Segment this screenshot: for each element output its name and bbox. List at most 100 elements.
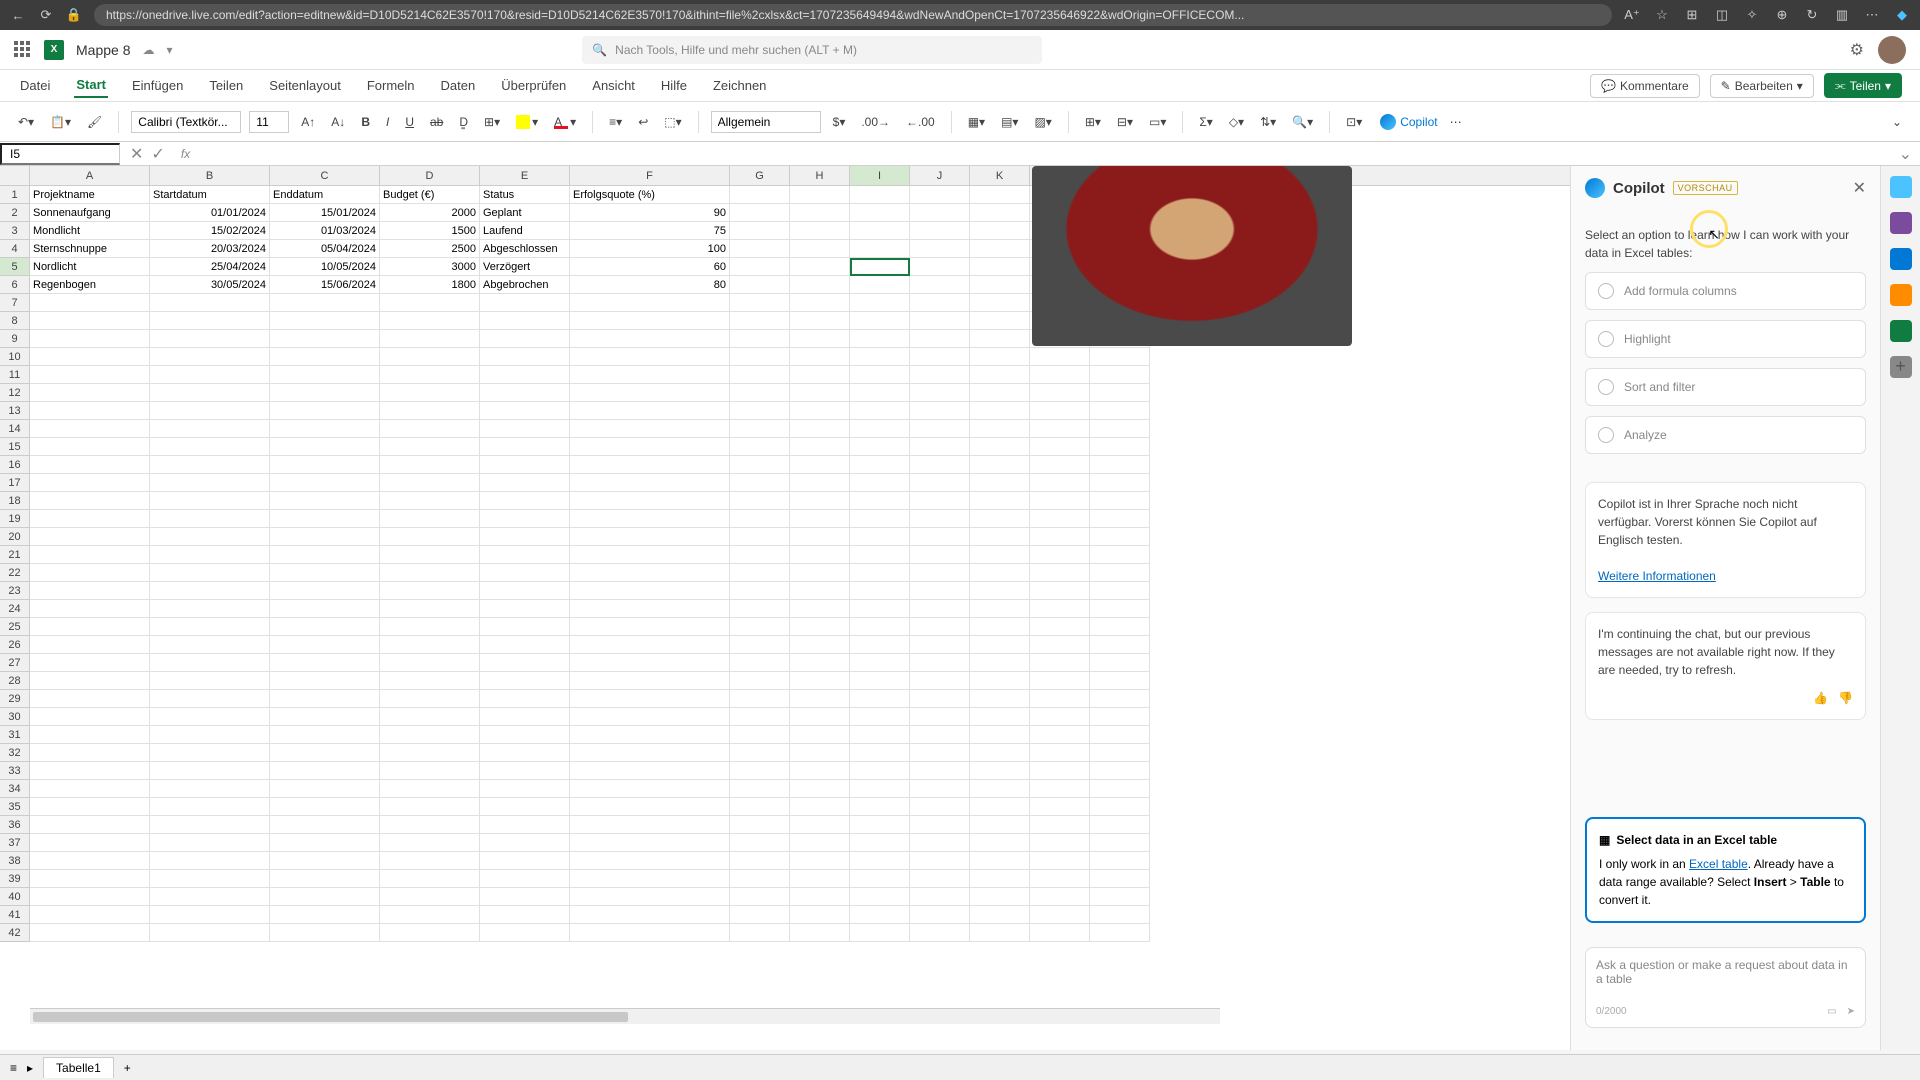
menu-teilen[interactable]: Teilen [207,74,245,97]
cell[interactable] [150,690,270,708]
cell[interactable] [480,348,570,366]
sort-filter-button[interactable]: ⇅▾ [1256,112,1280,132]
cell[interactable] [270,762,380,780]
cell[interactable] [730,672,790,690]
back-icon[interactable]: ← [10,7,26,23]
cell[interactable] [790,312,850,330]
cell[interactable] [270,312,380,330]
cell[interactable] [1090,672,1150,690]
col-header-E[interactable]: E [480,166,570,185]
cell[interactable]: Erfolgsquote (%) [570,186,730,204]
cell[interactable] [150,510,270,528]
app-launcher-icon[interactable] [14,41,32,59]
cell[interactable] [150,384,270,402]
cell[interactable] [910,924,970,942]
cell[interactable] [1030,402,1090,420]
cell[interactable] [570,924,730,942]
cell[interactable] [30,744,150,762]
cell[interactable] [270,600,380,618]
cell[interactable] [380,708,480,726]
cell[interactable] [30,708,150,726]
cell[interactable] [570,744,730,762]
font-color-button[interactable]: A▾ [550,112,580,132]
cell[interactable] [970,366,1030,384]
cell[interactable] [910,582,970,600]
cell[interactable] [970,726,1030,744]
menu-ansicht[interactable]: Ansicht [590,74,637,97]
cell[interactable] [790,546,850,564]
cell[interactable] [30,798,150,816]
cell[interactable] [380,600,480,618]
row-header[interactable]: 41 [0,906,29,924]
currency-button[interactable]: $▾ [829,112,850,132]
row-header[interactable]: 29 [0,690,29,708]
cell[interactable] [480,726,570,744]
cell[interactable] [1030,888,1090,906]
cell[interactable] [910,672,970,690]
cell[interactable] [480,474,570,492]
cell[interactable] [1090,420,1150,438]
strike-button[interactable]: ab [426,112,447,132]
cell[interactable] [910,636,970,654]
cell[interactable] [910,654,970,672]
cell[interactable] [970,924,1030,942]
cell[interactable] [480,528,570,546]
cell[interactable]: 01/01/2024 [150,204,270,222]
cell[interactable] [30,636,150,654]
cell[interactable] [910,402,970,420]
cell[interactable] [910,834,970,852]
cell[interactable] [730,330,790,348]
cell[interactable] [970,636,1030,654]
cell[interactable] [730,816,790,834]
close-copilot-button[interactable]: ✕ [1853,178,1866,198]
cell[interactable] [1090,708,1150,726]
cell[interactable] [730,906,790,924]
cell[interactable] [970,330,1030,348]
cell[interactable] [150,402,270,420]
row-header[interactable]: 11 [0,366,29,384]
cell[interactable]: 15/02/2024 [150,222,270,240]
cell[interactable] [730,510,790,528]
cell[interactable] [1030,618,1090,636]
cell[interactable] [380,690,480,708]
cell[interactable] [270,726,380,744]
cell[interactable] [1090,348,1150,366]
menu-hilfe[interactable]: Hilfe [659,74,689,97]
cell[interactable] [910,708,970,726]
cell[interactable] [970,888,1030,906]
cell[interactable]: Budget (€) [380,186,480,204]
copilot-option-add-formula[interactable]: Add formula columns [1585,272,1866,310]
cell[interactable] [480,672,570,690]
fill-color-button[interactable]: ▾ [512,112,542,132]
cell[interactable] [30,870,150,888]
cell[interactable] [1030,348,1090,366]
cell[interactable] [970,276,1030,294]
cell[interactable] [570,564,730,582]
font-size-select[interactable] [249,111,289,133]
cell[interactable] [790,510,850,528]
cell[interactable] [850,294,910,312]
cell[interactable] [910,780,970,798]
cell[interactable] [970,348,1030,366]
cell[interactable] [480,852,570,870]
cell[interactable] [970,456,1030,474]
cell[interactable] [970,672,1030,690]
cell[interactable] [790,366,850,384]
cell[interactable] [730,204,790,222]
cell[interactable] [150,528,270,546]
formula-input[interactable] [196,145,1890,163]
cell[interactable] [1090,636,1150,654]
cell[interactable]: 15/01/2024 [270,204,380,222]
search-input[interactable]: 🔍 Nach Tools, Hilfe und mehr suchen (ALT… [582,36,1042,64]
cell[interactable] [570,798,730,816]
row-header[interactable]: 9 [0,330,29,348]
cell[interactable] [970,852,1030,870]
cell[interactable] [30,726,150,744]
cell[interactable] [270,924,380,942]
cell[interactable] [1090,546,1150,564]
cell[interactable] [850,276,910,294]
col-header-F[interactable]: F [570,166,730,185]
cell[interactable] [910,366,970,384]
cell[interactable] [730,438,790,456]
cell[interactable] [270,546,380,564]
